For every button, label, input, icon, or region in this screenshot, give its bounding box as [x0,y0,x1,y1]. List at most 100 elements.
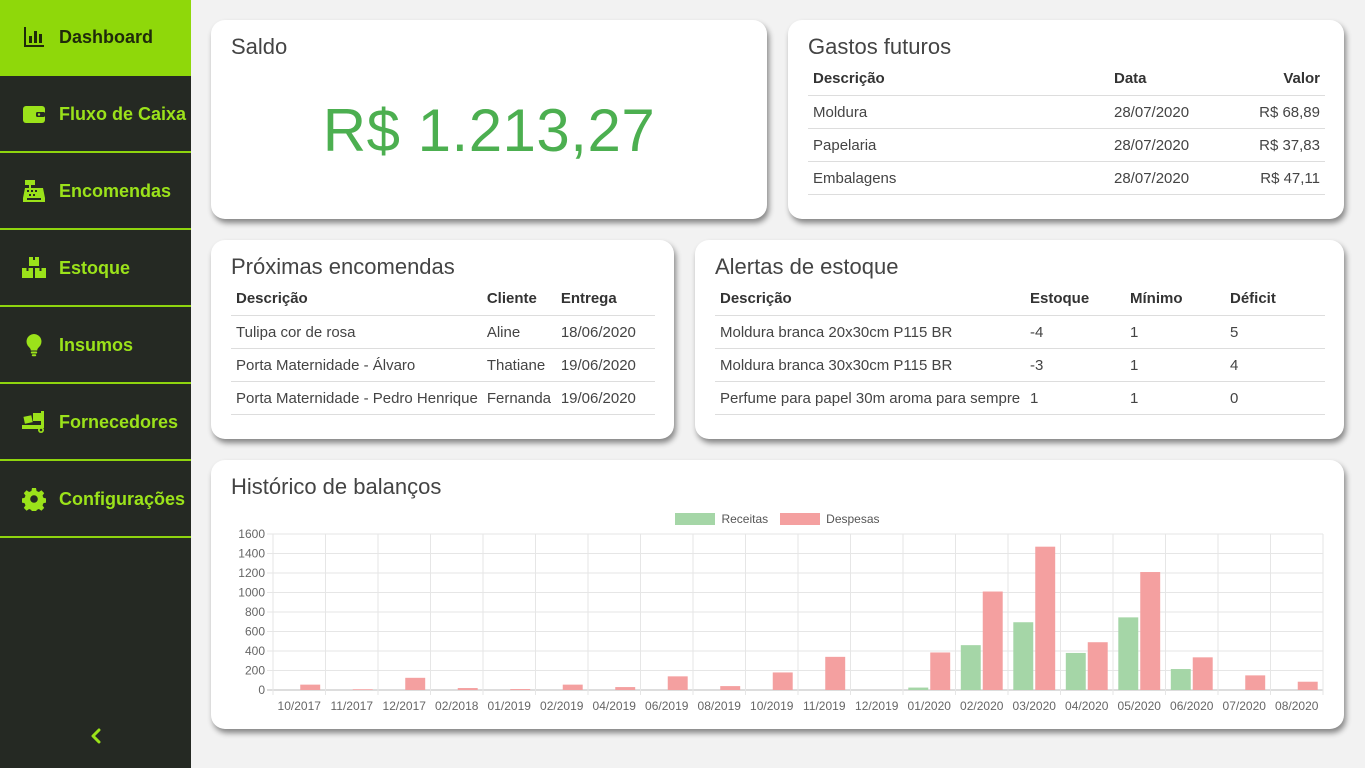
sidebar-item-configuracoes[interactable]: Configurações [0,462,191,538]
y-tick-label: 200 [245,664,265,678]
column-header: Data [1109,62,1227,96]
alertas-estoque-table: Descrição Estoque Mínimo Déficit Moldura… [715,282,1325,415]
table-cell: 5 [1225,315,1325,349]
bar-despesas [667,676,688,690]
x-tick-label: 12/2017 [383,699,427,713]
x-tick-label: 10/2017 [278,699,322,713]
table-cell: 18/06/2020 [555,315,655,349]
sidebar-item-label: Configurações [59,488,186,509]
legend-item-receitas[interactable]: Receitas [675,512,768,526]
table-cell: 4 [1225,348,1325,382]
bar-despesas [352,689,373,690]
table-cell: 19/06/2020 [555,348,655,382]
table-cell: Moldura [808,95,1109,129]
table-row: Papelaria 28/07/2020 R$ 37,83 [808,128,1325,162]
x-tick-label: 04/2020 [1065,699,1109,713]
sidebar-collapse-button[interactable] [84,726,108,750]
bar-despesas [405,677,426,690]
y-tick-label: 400 [245,644,265,658]
proximas-encomendas-card: Próximas encomendas Descrição Cliente En… [211,240,674,439]
gastos-futuros-title: Gastos futuros [808,34,952,59]
x-tick-label: 01/2020 [908,699,952,713]
sidebar-item-dashboard[interactable]: Dashboard [0,0,191,76]
bar-despesas [1192,657,1213,690]
x-tick-label: 01/2019 [488,699,532,713]
sidebar-item-estoque[interactable]: Estoque [0,231,191,307]
x-tick-label: 10/2019 [750,699,794,713]
table-cell: Papelaria [808,128,1109,162]
y-tick-label: 1200 [238,566,265,580]
table-cell: Moldura branca 30x30cm P115 BR [715,348,1025,382]
historico-title: Histórico de balanços [231,474,442,499]
sidebar-item-label: Fluxo de Caixa [59,103,187,124]
sidebar: Dashboard Fluxo de Caixa Encomendas Esto… [0,0,191,768]
x-tick-label: 02/2018 [435,699,479,713]
table-cell: Fernanda [481,381,556,415]
column-header: Déficit [1225,282,1325,316]
sidebar-item-label: Dashboard [59,26,154,47]
y-tick-label: 1400 [238,547,265,561]
balance-bar-chart: 1600 1400 1200 1000 800 600 400 200 0 10/2017 11/2… [238,527,1324,713]
x-tick-label: 06/2020 [1170,699,1214,713]
y-tick-label: 0 [258,683,265,697]
bar-receitas [1170,669,1191,690]
table-row: Porta Maternidade - Álvaro Thatiane 19/0… [231,348,655,382]
legend-item-despesas[interactable]: Despesas [780,512,880,526]
sidebar-item-fornecedores[interactable]: Fornecedores [0,385,191,461]
bar-despesas [1140,572,1161,690]
bar-receitas [1118,617,1139,690]
sidebar-item-encomendas[interactable]: Encomendas [0,154,191,230]
x-tick-label: 02/2020 [960,699,1004,713]
column-header: Estoque [1025,282,1125,316]
table-cell: Porta Maternidade - Álvaro [231,348,482,382]
saldo-value: R$ 1.213,27 [322,97,656,164]
wallet-icon [21,101,47,127]
sidebar-item-label: Estoque [59,257,131,278]
table-cell: Porta Maternidade - Pedro Henrique [231,381,482,415]
legend-label: Despesas [826,512,880,526]
bar-despesas [1297,681,1318,690]
table-header-row: Descrição Data Valor [808,62,1325,96]
x-tick-label: 07/2020 [1223,699,1267,713]
lightbulb-icon [21,332,47,358]
bar-receitas [908,687,929,690]
table-cell: 1 [1025,381,1125,415]
table-cell: 1 [1125,381,1225,415]
proximas-encomendas-table: Descrição Cliente Entrega Tulipa cor de … [231,282,655,415]
bar-despesas [615,687,636,690]
bar-despesas [772,672,793,690]
bar-despesas [1035,546,1056,690]
column-header: Mínimo [1125,282,1225,316]
bar-despesas [1087,642,1108,690]
x-tick-label: 08/2020 [1275,699,1319,713]
historico-card: Histórico de balanços Receitas Despesas … [211,460,1344,729]
y-tick-label: 1000 [238,586,265,600]
bar-despesas [720,686,741,690]
table-cell: R$ 37,83 [1226,128,1325,162]
table-header-row: Descrição Cliente Entrega [231,282,655,316]
sidebar-item-fluxo-de-caixa[interactable]: Fluxo de Caixa [0,77,191,153]
sidebar-item-insumos[interactable]: Insumos [0,308,191,384]
gear-icon [21,486,47,512]
table-row: Moldura branca 30x30cm P115 BR -3 1 4 [715,348,1325,382]
bar-chart-icon [21,24,47,50]
table-cell: Embalagens [808,161,1109,195]
bar-despesas [982,591,1003,690]
x-tick-label: 08/2019 [698,699,742,713]
table-cell: 28/07/2020 [1109,128,1227,162]
bar-despesas [457,688,478,690]
proximas-encomendas-title: Próximas encomendas [231,254,455,279]
gastos-futuros-table: Descrição Data Valor Moldura 28/07/2020 … [808,62,1325,195]
alertas-estoque-card: Alertas de estoque Descrição Estoque Mín… [695,240,1344,439]
table-row: Moldura 28/07/2020 R$ 68,89 [808,95,1325,129]
legend-swatch [780,513,821,525]
sidebar-item-label: Encomendas [59,180,172,201]
table-row: Embalagens 28/07/2020 R$ 47,11 [808,161,1325,195]
y-tick-label: 600 [245,625,265,639]
alertas-estoque-title: Alertas de estoque [715,254,899,279]
y-tick-label: 800 [245,605,265,619]
x-tick-label: 06/2019 [645,699,689,713]
column-header: Descrição [231,282,482,316]
bar-despesas [300,684,321,690]
table-cell: 28/07/2020 [1109,161,1227,195]
